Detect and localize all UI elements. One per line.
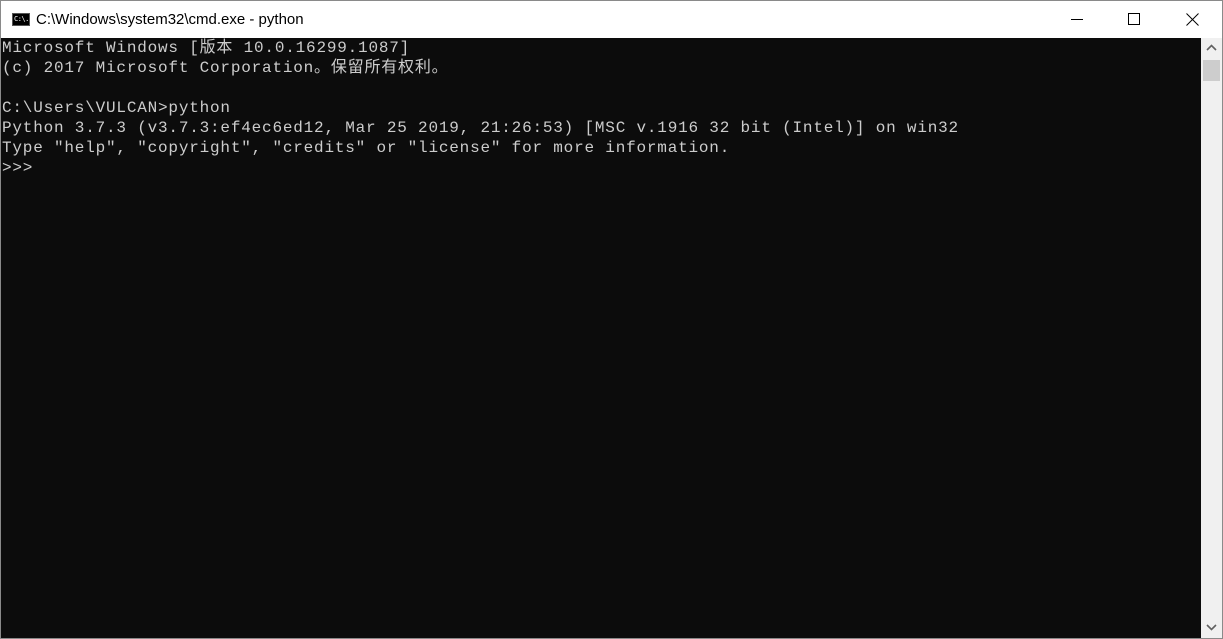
console-line-help: Type ″help″, ″copyright″, ″credits″ or ″… xyxy=(2,139,731,157)
scroll-down-button[interactable] xyxy=(1201,618,1222,638)
close-icon xyxy=(1186,13,1199,26)
maximize-button[interactable] xyxy=(1106,1,1164,38)
console-line-banner: Microsoft Windows [版本 10.0.16299.1087] xyxy=(2,39,411,57)
chevron-down-icon xyxy=(1206,624,1217,631)
console-line-copyright: (c) 2017 Microsoft Corporation。保留所有权利。 xyxy=(2,59,449,77)
chevron-up-icon xyxy=(1206,44,1217,51)
window-title: C:\Windows\system32\cmd.exe - python xyxy=(36,11,304,28)
console-prompt[interactable]: >>> xyxy=(1,158,1201,178)
minimize-button[interactable] xyxy=(1048,1,1106,38)
cmd-icon[interactable] xyxy=(12,13,30,26)
scrollbar-thumb[interactable] xyxy=(1203,60,1220,81)
console-output[interactable]: Microsoft Windows [版本 10.0.16299.1087] (… xyxy=(1,38,1201,638)
scroll-up-button[interactable] xyxy=(1201,38,1222,58)
close-button[interactable] xyxy=(1164,1,1222,38)
console-line-command: C:\Users\VULCAN>python xyxy=(2,99,231,117)
title-bar[interactable]: C:\Windows\system32\cmd.exe - python xyxy=(1,1,1222,38)
cmd-window: C:\Windows\system32\cmd.exe - python Mic… xyxy=(0,0,1223,639)
console-line-python-version: Python 3.7.3 (v3.7.3:ef4ec6ed12, Mar 25 … xyxy=(2,119,959,137)
vertical-scrollbar[interactable] xyxy=(1201,38,1222,638)
